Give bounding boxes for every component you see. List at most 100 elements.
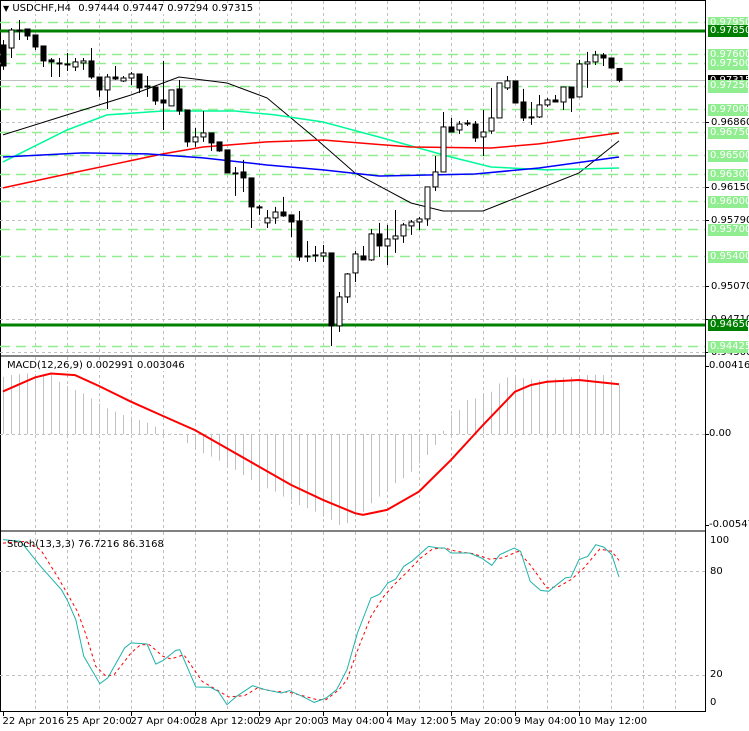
bullish-candle-body (504, 80, 511, 89)
candle (160, 60, 167, 130)
bullish-candle-body (576, 63, 583, 98)
bullish-candle-body (72, 61, 79, 68)
macd-axis-label: -0.005476 (709, 519, 749, 530)
level-lines[interactable] (0, 21, 705, 348)
bearish-candle-body (280, 211, 287, 217)
bullish-candle-body (368, 233, 375, 261)
stoch-main-line (2, 539, 620, 706)
price-tick-label: 0.95070 (711, 280, 749, 292)
candle (72, 57, 79, 71)
time-axis-label: 28 Apr 12:00 (194, 716, 260, 727)
macd-pane (0, 366, 709, 526)
candle (384, 224, 391, 265)
candle (272, 206, 279, 224)
bullish-candle-body (432, 171, 439, 188)
bullish-candle-body (344, 273, 351, 298)
candle (440, 111, 447, 173)
bullish-candle-body (528, 116, 535, 119)
bearish-candle-body (248, 177, 255, 208)
level-price-label: 0.94425 (708, 340, 749, 353)
bullish-candle-body (64, 63, 71, 66)
stoch-label: Stoch(13,3,3) 76.7216 86.3168 (7, 539, 164, 550)
level-price-label: 0.96000 (708, 195, 749, 208)
bearish-candle-body (600, 54, 607, 59)
major-level-label: 0.94650 (708, 319, 749, 331)
candle (464, 119, 471, 126)
bearish-candle-body (288, 214, 295, 223)
bullish-candle-body (496, 82, 503, 119)
candle (616, 67, 623, 83)
macd-axis-label: 0.004167 (709, 360, 749, 371)
candle (328, 252, 335, 346)
bullish-candle-body (352, 253, 359, 274)
triangle-down-icon[interactable]: ▼ (3, 4, 9, 13)
candle (144, 75, 151, 97)
candle (168, 89, 175, 107)
candle (552, 94, 559, 103)
candle (0, 39, 7, 70)
candle (392, 209, 399, 253)
candle (8, 27, 15, 58)
candle (568, 86, 575, 112)
bearish-candle-body (512, 80, 519, 104)
bearish-candle-body (616, 67, 623, 81)
candle (336, 291, 343, 332)
bullish-candle-body (584, 61, 591, 65)
candle (320, 244, 327, 262)
candle (288, 214, 295, 237)
moving-average-line (2, 76, 620, 212)
candle (472, 120, 479, 142)
bullish-candle-body (416, 218, 423, 223)
bearish-candle-body (448, 126, 455, 133)
bullish-candle-body (8, 29, 15, 49)
time-axis-label: 29 Apr 20:00 (258, 716, 324, 727)
candle (24, 28, 31, 40)
candle (56, 57, 63, 78)
stoch-axis-label: 100 (710, 535, 730, 546)
candle (480, 109, 487, 156)
bullish-candle-body (536, 104, 543, 118)
level-price-label: 0.96750 (708, 126, 749, 139)
time-axis-label: 10 May 12:00 (578, 716, 648, 727)
candle (344, 272, 351, 303)
bearish-candle-body (152, 86, 159, 102)
candle (184, 109, 191, 147)
bearish-candle-body (176, 88, 183, 112)
chart-frame (0, 0, 706, 712)
candle (560, 86, 567, 110)
candle (576, 59, 583, 98)
candle (104, 73, 111, 109)
stoch-axis-label: 80 (710, 566, 723, 577)
candle (376, 222, 383, 257)
bearish-candle-body (40, 45, 47, 62)
moving-averages (2, 76, 620, 212)
candle (536, 94, 543, 118)
candle (504, 75, 511, 90)
bullish-candle-body (168, 89, 175, 107)
candle (408, 219, 415, 235)
level-price-label: 0.97250 (708, 80, 749, 92)
time-axis-label: 3 May 04:00 (322, 716, 385, 727)
bearish-candle-body (184, 109, 191, 143)
candle (496, 82, 503, 119)
candle (224, 149, 231, 174)
candle (152, 86, 159, 105)
bearish-candle-body (472, 123, 479, 139)
bullish-candle-body (400, 224, 407, 237)
time-axis-label: 5 May 20:00 (450, 716, 513, 727)
candle (488, 87, 495, 134)
bullish-candle-body (392, 235, 399, 240)
bullish-candle-body (312, 254, 319, 257)
bearish-candle-body (208, 132, 215, 144)
bullish-candle-body (264, 217, 271, 224)
candle (280, 196, 287, 217)
candle (216, 141, 223, 152)
bullish-candle-body (440, 126, 447, 173)
candle (48, 57, 55, 78)
time-axis-label: 4 May 12:00 (386, 716, 449, 727)
candle (400, 222, 407, 243)
bearish-candle-body (552, 99, 559, 103)
candle (432, 155, 439, 191)
candle (208, 132, 215, 151)
candle (192, 127, 199, 147)
